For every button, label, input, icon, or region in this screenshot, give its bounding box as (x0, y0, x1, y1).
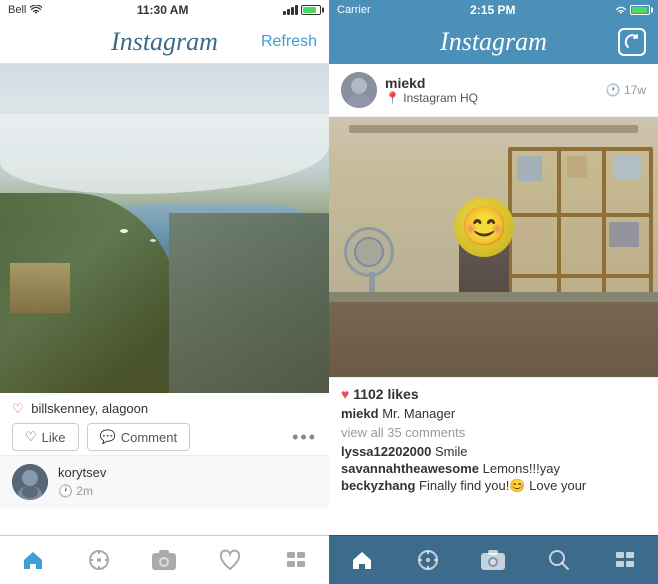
comment-label: Comment (121, 430, 177, 445)
comment-button[interactable]: 💬 Comment (87, 423, 191, 451)
right-carrier: Carrier (337, 4, 371, 16)
comment-icon: 💬 (100, 429, 116, 445)
fan (344, 227, 399, 292)
commenter-username: korytsev (58, 465, 106, 480)
left-nav (0, 535, 329, 584)
left-status-bar: Bell 11:30 AM (0, 0, 329, 20)
right-header: Instagram (329, 20, 658, 64)
post-image (0, 64, 329, 393)
post-header: miekd 📍 Instagram HQ 🕐 17w (329, 64, 658, 117)
left-logo: Instagram (111, 27, 218, 57)
right-panel: Carrier 2:15 PM Instagram (329, 0, 658, 584)
caption-username: miekd (341, 406, 379, 421)
location-pin-icon: 📍 (385, 91, 400, 105)
commenter-2-name: savannahtheawesome (341, 461, 479, 476)
commenter-1-name: lyssa12202000 (341, 444, 431, 459)
right-battery-icon (630, 5, 650, 15)
commenter-avatar (12, 464, 48, 500)
left-panel: Bell 11:30 AM Instagram Refresh (0, 0, 329, 584)
commenter-3-name: beckyzhang (341, 478, 415, 493)
post-age: 17w (624, 83, 646, 97)
person-with-balloon: 😊 (444, 197, 524, 297)
right-logo: Instagram (440, 27, 547, 57)
poster-location: 📍 Instagram HQ (385, 91, 478, 105)
commenter-name-row: korytsev (58, 464, 106, 482)
signal-bars (283, 5, 298, 15)
poster-info: miekd 📍 Instagram HQ (385, 75, 478, 105)
like-button[interactable]: ♡ Like (12, 423, 79, 451)
avatar-svg (12, 464, 48, 500)
comment-time: 2m (76, 484, 93, 498)
left-feed: ♡ billskenney, alagoon ♡ Like 💬 Comment … (0, 64, 329, 535)
likes-number: 1102 likes (353, 386, 418, 402)
right-nav-explore-icon[interactable] (413, 545, 443, 575)
right-nav (329, 535, 658, 584)
comment-row-3: beckyzhang Finally find you!😊 Love your (341, 478, 646, 494)
right-status-bar: Carrier 2:15 PM (329, 0, 658, 20)
right-nav-home-icon[interactable] (347, 545, 377, 575)
poster-username: miekd (385, 75, 478, 91)
right-nav-search-icon[interactable] (544, 545, 574, 575)
left-time: 11:30 AM (137, 3, 189, 17)
liked-by-text: ♡ billskenney, alagoon (12, 401, 317, 417)
right-wifi-icon (615, 5, 627, 15)
avatar-image (12, 464, 48, 500)
like-label: Like (42, 430, 66, 445)
left-status-right (283, 5, 321, 15)
poster-avatar-svg (341, 72, 377, 108)
comment-3-text: Finally find you!😊 Love your (419, 478, 586, 493)
right-nav-profile-icon[interactable] (610, 545, 640, 575)
liked-by-names: billskenney, alagoon (31, 401, 148, 416)
comment-row-2: savannahtheawesome Lemons!!!yay (341, 461, 646, 476)
caption-text: Mr. Manager (382, 406, 455, 421)
carrier-text: Bell (8, 4, 26, 16)
comment-1-text: Smile (435, 444, 468, 459)
wifi-icon (30, 5, 42, 15)
comment-meta: korytsev 🕐 2m (58, 464, 106, 500)
comment-section: korytsev 🕐 2m (0, 456, 329, 508)
left-status-left: Bell (8, 4, 42, 16)
nav-camera-icon[interactable] (149, 545, 179, 575)
action-left-group: ♡ Like 💬 Comment (12, 423, 190, 451)
nav-home-icon[interactable] (18, 545, 48, 575)
right-status-right (615, 5, 650, 15)
landscape-photo (0, 64, 329, 393)
view-comments-link[interactable]: view all 35 comments (341, 425, 646, 440)
likes-count: ♥ 1102 likes (341, 386, 646, 402)
right-nav-camera-icon[interactable] (478, 545, 508, 575)
nav-explore-icon[interactable] (84, 545, 114, 575)
refresh-icon-svg (624, 34, 640, 50)
left-header: Instagram Refresh (0, 20, 329, 64)
comment-row-1: lyssa12202000 Smile (341, 444, 646, 459)
right-post-image: 😊 (329, 117, 658, 377)
heart-icon: ♡ (25, 429, 37, 445)
heart-filled-icon: ♥ (341, 386, 349, 402)
more-button[interactable]: ••• (292, 427, 317, 448)
battery-icon (301, 5, 321, 15)
nav-profile-icon[interactable] (281, 545, 311, 575)
post-actions: ♡ billskenney, alagoon ♡ Like 💬 Comment … (0, 393, 329, 456)
refresh-button[interactable]: Refresh (261, 33, 317, 51)
clock-icon: 🕐 (606, 83, 624, 97)
poster-avatar (341, 72, 377, 108)
post-header-left: miekd 📍 Instagram HQ (341, 72, 478, 108)
commenter-time-row: 🕐 2m (58, 482, 106, 500)
post-time: 🕐 17w (606, 83, 646, 97)
action-buttons: ♡ Like 💬 Comment ••• (12, 423, 317, 451)
post-info: ♥ 1102 likes miekd Mr. Manager view all … (329, 377, 658, 504)
right-time: 2:15 PM (470, 3, 515, 17)
comment-2-text: Lemons!!!yay (483, 461, 560, 476)
right-refresh-button[interactable] (618, 28, 646, 56)
nav-activity-icon[interactable] (215, 545, 245, 575)
post-caption: miekd Mr. Manager (341, 406, 646, 421)
office-photo: 😊 (329, 117, 658, 377)
location-text: Instagram HQ (403, 91, 478, 105)
